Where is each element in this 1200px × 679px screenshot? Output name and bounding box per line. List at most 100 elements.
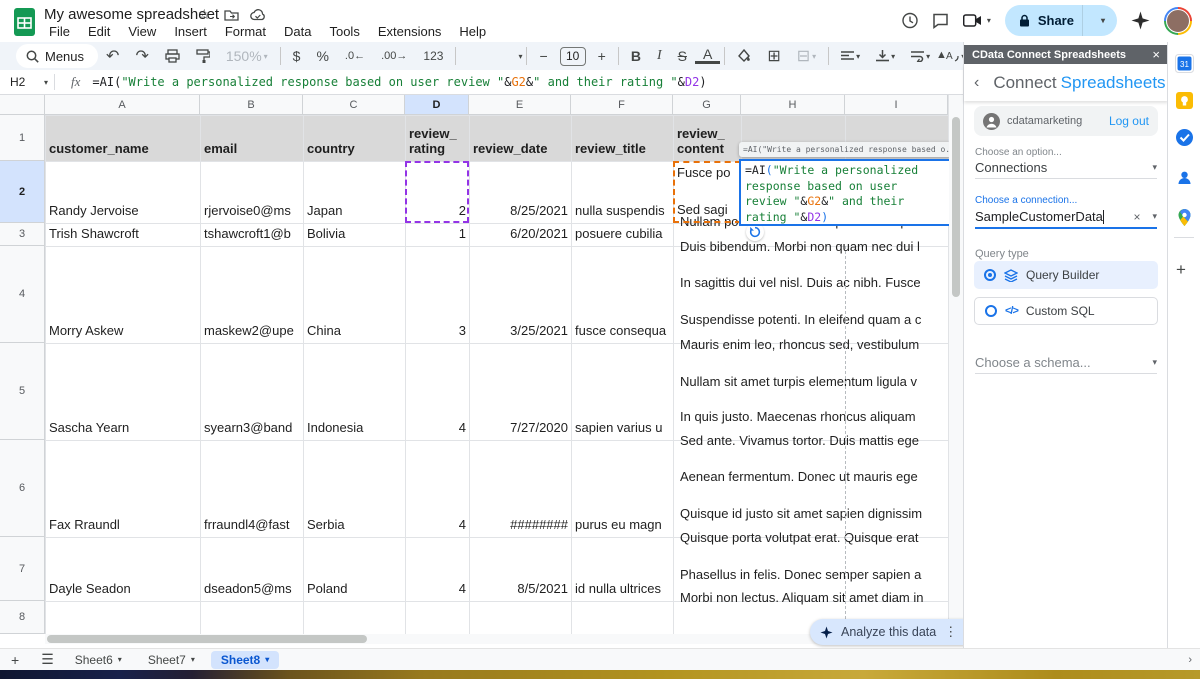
cell-F6[interactable]: purus eu magn <box>572 440 673 537</box>
name-box[interactable]: H2 <box>0 75 42 89</box>
bold-icon[interactable]: B <box>623 48 649 64</box>
borders-icon[interactable]: ⊞ <box>759 46 788 66</box>
tab-sheet7[interactable]: Sheet7▾ <box>138 651 205 669</box>
column-header-G[interactable]: G <box>673 95 741 115</box>
cell-D5[interactable]: 4 <box>406 343 469 440</box>
cell-G1[interactable]: review_ content <box>674 115 741 161</box>
cell-F1[interactable]: review_title <box>572 115 673 161</box>
menu-insert[interactable]: Insert <box>167 23 214 40</box>
clear-connection-icon[interactable]: × <box>1133 210 1140 224</box>
maps-icon[interactable] <box>1175 208 1194 227</box>
font-size-input[interactable]: 10 <box>560 47 586 66</box>
meet-menu[interactable]: ▾ <box>963 14 991 27</box>
collapse-toolbar-icon[interactable]: ▲ <box>936 49 950 61</box>
cell-B3[interactable]: tshawcroft1@b <box>201 223 303 246</box>
cell-D2[interactable]: 2 <box>406 161 469 223</box>
query-builder-radio[interactable] <box>984 269 996 281</box>
move-folder-icon[interactable] <box>224 9 239 21</box>
cell-edit-box[interactable]: =AI("Write a personalizedresponse based … <box>739 159 953 226</box>
user-avatar[interactable] <box>1164 7 1192 35</box>
calendar-icon[interactable]: 31 <box>1175 54 1194 73</box>
connection-dropdown-icon[interactable]: ▾ <box>1152 211 1157 222</box>
column-header-D[interactable]: D <box>405 95 469 115</box>
cell-B2[interactable]: rjervoise0@ms <box>201 161 303 223</box>
cell-C4[interactable]: China <box>304 246 405 343</box>
keep-icon[interactable] <box>1175 91 1194 110</box>
text-color-icon[interactable]: A <box>695 48 720 64</box>
more-formats-icon[interactable]: 123 <box>415 49 451 63</box>
cell-A1[interactable]: customer_name <box>46 115 200 161</box>
cell-D6[interactable]: 4 <box>406 440 469 537</box>
tasks-icon[interactable] <box>1175 128 1194 147</box>
row-header-1[interactable]: 1 <box>0 115 45 161</box>
menu-data[interactable]: Data <box>277 23 318 40</box>
back-chevron-icon[interactable]: ‹ <box>974 74 979 92</box>
column-header-A[interactable]: A <box>45 95 200 115</box>
row-header-2[interactable]: 2 <box>0 161 45 223</box>
version-history-icon[interactable] <box>901 12 918 29</box>
select-all-corner[interactable] <box>0 95 45 115</box>
cell-C1[interactable]: country <box>304 115 405 161</box>
sidebar-close-icon[interactable]: × <box>1152 47 1160 62</box>
row-header-8[interactable]: 8 <box>0 601 45 634</box>
menu-edit[interactable]: Edit <box>81 23 117 40</box>
print-icon[interactable] <box>157 49 188 63</box>
cell-B6[interactable]: frraundl4@fast <box>201 440 303 537</box>
paint-format-icon[interactable] <box>188 49 218 63</box>
row-header-7[interactable]: 7 <box>0 537 45 601</box>
row-header-5[interactable]: 5 <box>0 343 45 440</box>
cell-A2[interactable]: Randy Jervoise <box>46 161 200 223</box>
sheets-logo-icon[interactable] <box>13 7 36 37</box>
column-header-C[interactable]: C <box>303 95 405 115</box>
document-title[interactable]: My awesome spreadsheet <box>44 6 219 23</box>
cell-C6[interactable]: Serbia <box>304 440 405 537</box>
fill-color-icon[interactable] <box>729 49 759 63</box>
tabbar-scroll-right-icon[interactable]: › <box>1188 654 1192 666</box>
share-dropdown-icon[interactable]: ▾ <box>1093 16 1113 25</box>
custom-sql-option[interactable]: </> Custom SQL <box>974 297 1158 325</box>
cell-B5[interactable]: syearn3@band <box>201 343 303 440</box>
connection-input[interactable]: SampleCustomerData × ▾ <box>975 209 1157 224</box>
redo-icon[interactable]: ↷ <box>127 46 156 66</box>
custom-sql-radio[interactable] <box>985 305 997 317</box>
logout-link[interactable]: Log out <box>1109 114 1149 128</box>
decrease-font-size-icon[interactable]: − <box>531 48 555 64</box>
cell-F2[interactable]: nulla suspendis <box>572 161 673 223</box>
row-header-4[interactable]: 4 <box>0 246 45 343</box>
increase-decimals-icon[interactable]: .00→ <box>373 50 415 62</box>
cell-C7[interactable]: Poland <box>304 537 405 601</box>
cell-D4[interactable]: 3 <box>406 246 469 343</box>
cell-C2[interactable]: Japan <box>304 161 405 223</box>
cell-F4[interactable]: fusce consequa <box>572 246 673 343</box>
increase-font-size-icon[interactable]: + <box>590 48 614 64</box>
add-sheet-icon[interactable]: + <box>0 652 30 668</box>
cloud-status-icon[interactable] <box>250 9 267 21</box>
cell-A6[interactable]: Fax Rraundl <box>46 440 200 537</box>
cell-G2-line0[interactable]: Fusce po <box>674 165 741 183</box>
cell-B7[interactable]: dseadon5@ms <box>201 537 303 601</box>
contacts-icon[interactable] <box>1175 168 1194 187</box>
column-header-E[interactable]: E <box>469 95 571 115</box>
menu-tools[interactable]: Tools <box>322 23 366 40</box>
name-box-dropdown-icon[interactable]: ▾ <box>44 78 48 87</box>
all-sheets-icon[interactable]: ☰ <box>30 651 65 668</box>
strikethrough-icon[interactable]: S <box>670 48 695 64</box>
star-icon[interactable]: ☆ <box>198 7 211 21</box>
cell-D1[interactable]: review_ rating <box>406 115 469 161</box>
column-header-B[interactable]: B <box>200 95 303 115</box>
cell-E6[interactable]: ######## <box>470 440 571 537</box>
menu-extensions[interactable]: Extensions <box>371 23 449 40</box>
text-wrap-icon[interactable]: ▾ <box>903 51 938 62</box>
cell-F3[interactable]: posuere cubilia <box>572 223 673 246</box>
cell-B1[interactable]: email <box>201 115 303 161</box>
vertical-align-icon[interactable]: ▾ <box>868 50 903 62</box>
menu-view[interactable]: View <box>121 23 163 40</box>
cell-F7[interactable]: id nulla ultrices <box>572 537 673 601</box>
horizontal-align-icon[interactable]: ▾ <box>833 51 868 62</box>
comments-icon[interactable] <box>932 13 949 29</box>
gemini-sparkle-icon[interactable] <box>1131 11 1150 30</box>
formula-input[interactable]: =AI("Write a personalized response based… <box>92 75 963 89</box>
row-header-6[interactable]: 6 <box>0 440 45 537</box>
menu-file[interactable]: File <box>42 23 77 40</box>
column-header-F[interactable]: F <box>571 95 673 115</box>
